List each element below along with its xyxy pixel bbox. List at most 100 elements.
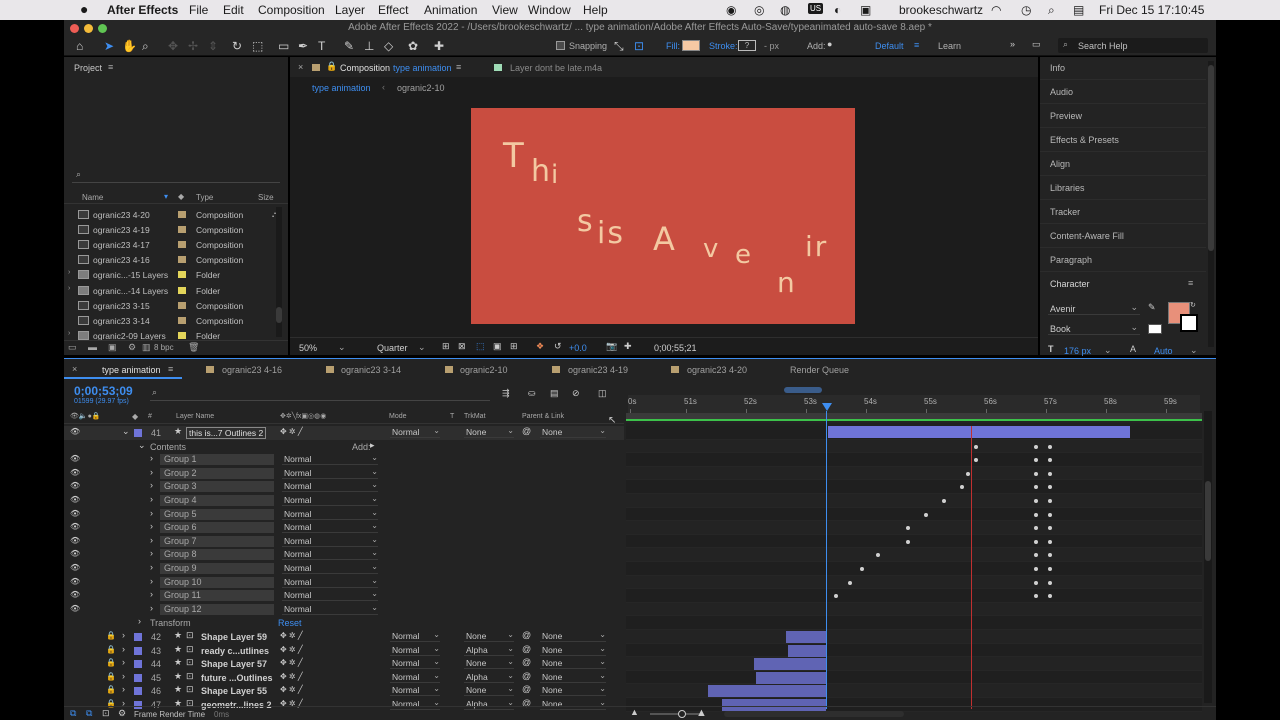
text-glyph[interactable]: h (531, 154, 552, 189)
comp-mini-flowchart-icon[interactable]: ⇶ (502, 388, 510, 399)
parent-dropdown[interactable]: None ⌄ (540, 684, 606, 697)
expand-chevron-icon[interactable]: › (122, 684, 125, 694)
toggle-modes-icon[interactable]: ⧉ (86, 708, 92, 719)
expand-chevron-icon[interactable]: › (150, 548, 153, 558)
layer-row[interactable]: 🔒 › 44 ★ ⊡ Shape Layer 57 ✥ ✲ ╱ Normal ⌄ None ⌄ @ No… (64, 657, 624, 671)
brush-tool-icon[interactable]: ✎ (344, 39, 354, 53)
keyframe[interactable] (1048, 444, 1052, 449)
group-name-box[interactable]: Group 7 (160, 535, 274, 547)
timeline-tab-5[interactable]: ogranic23 4-20 (687, 365, 747, 375)
menu-effect[interactable]: Effect (378, 3, 408, 17)
expand-chevron-icon[interactable]: › (150, 535, 153, 545)
group-row[interactable]: 👁 › Group 6 Normal ⌄ (64, 521, 624, 535)
switch-icons[interactable]: ✥ ✲ ╱ (280, 672, 303, 681)
layer-duration-bar[interactable] (788, 644, 826, 657)
timeline-tab-4[interactable]: ogranic23 4-19 (568, 365, 628, 375)
status-icon-2[interactable]: ◍ (780, 3, 790, 17)
timeline-close-marker-icon[interactable]: ↖ (608, 415, 616, 426)
eye-icon[interactable]: 👁 (70, 468, 80, 477)
group-row[interactable]: 👁 › Group 10 Normal ⌄ (64, 576, 624, 590)
expand-chevron-icon[interactable]: ⌄ (138, 440, 146, 451)
menu-composition[interactable]: Composition (258, 3, 325, 17)
group-mode-dropdown[interactable]: Normal ⌄ (282, 548, 378, 561)
parent-dropdown[interactable]: None ⌄ (540, 426, 606, 438)
graph-editor-icon[interactable]: ◫ (598, 388, 607, 399)
channel-icon[interactable]: ❖ (536, 341, 544, 352)
guides-icon[interactable]: ⊞ (510, 341, 518, 352)
eye-icon[interactable]: 👁 (70, 536, 80, 545)
pen-tool-icon[interactable]: ✒ (298, 39, 308, 53)
expand-chevron-icon[interactable]: › (122, 657, 125, 667)
group-name-box[interactable]: Group 3 (160, 481, 274, 493)
expand-chevron-icon[interactable]: › (150, 494, 153, 504)
pickwhip-icon[interactable]: @ (522, 644, 531, 654)
eye-icon[interactable]: 👁 (70, 563, 80, 572)
project-item[interactable]: › ogranic...-15 Layers Folder (64, 267, 274, 282)
panel-audio[interactable]: Audio (1050, 87, 1073, 97)
expand-chevron-icon[interactable]: › (150, 453, 153, 463)
project-item-label[interactable] (178, 256, 186, 264)
parent-dropdown[interactable]: None ⌄ (540, 671, 606, 683)
parent-dropdown[interactable]: None ⌄ (540, 644, 606, 656)
render-time-icon[interactable]: ⚙ (118, 708, 126, 719)
playhead-line[interactable] (826, 411, 827, 709)
project-item-label[interactable] (178, 271, 186, 279)
lock-icon[interactable]: 🔒 (326, 61, 337, 72)
panel-paragraph[interactable]: Paragraph (1050, 255, 1092, 265)
lock-icon[interactable]: 🔒 (106, 672, 116, 681)
group-name-box[interactable]: Group 1 (160, 454, 274, 466)
group-row[interactable]: 👁 › Group 7 Normal ⌄ (64, 535, 624, 549)
control-center-icon[interactable]: ▤ (1073, 3, 1084, 17)
region-icon[interactable]: ⬚ (476, 341, 485, 352)
group-mode-dropdown[interactable]: Normal ⌄ (282, 508, 378, 520)
zoom-in-icon[interactable]: ▲ (696, 707, 707, 719)
reset-link[interactable]: Reset (278, 618, 302, 628)
expand-chevron-icon[interactable]: ⌄ (122, 426, 130, 437)
text-glyph[interactable]: A (653, 220, 677, 258)
rotate-tool-icon[interactable]: ↻ (232, 39, 242, 53)
keyframe[interactable] (1034, 471, 1038, 476)
hand-tool-icon[interactable]: ✋ (122, 39, 137, 53)
menu-layer[interactable]: Layer (335, 3, 365, 17)
mode-dropdown[interactable]: Normal ⌄ (390, 684, 440, 697)
text-glyph[interactable]: n (777, 266, 797, 299)
mode-dropdown[interactable]: Normal ⌄ (390, 644, 440, 656)
switch-icons[interactable]: ✥ ✲ ╱ (280, 685, 303, 694)
shy-layers-icon[interactable]: ▤ (550, 388, 559, 399)
orbit-tool-icon[interactable]: ✥ (168, 39, 178, 53)
frame-blending-icon[interactable]: ⊘ (572, 388, 580, 399)
col-mode[interactable]: Mode (389, 413, 407, 420)
project-menu-icon[interactable]: ≡ (108, 62, 113, 72)
clone-tool-icon[interactable]: ⊥ (364, 39, 374, 53)
zoom-out-icon[interactable]: ▲ (630, 707, 639, 717)
layer-label-swatch[interactable] (134, 633, 142, 641)
zoom-window-button[interactable] (98, 24, 107, 33)
eye-icon[interactable]: 👁 (70, 427, 80, 436)
panel-preview[interactable]: Preview (1050, 111, 1082, 121)
text-glyph[interactable]: s (577, 204, 595, 239)
keyframe[interactable] (848, 580, 852, 585)
keyframe[interactable] (1048, 580, 1052, 585)
panel-tracker[interactable]: Tracker (1050, 207, 1080, 217)
leading-value[interactable]: Auto (1154, 346, 1173, 356)
col-trkmat[interactable]: TrkMat (464, 413, 486, 420)
expand-chevron-icon[interactable]: › (150, 576, 153, 586)
expand-chevron-icon[interactable]: › (150, 467, 153, 477)
add-contents-icon[interactable]: ▸ (370, 440, 375, 451)
mode-dropdown[interactable]: Normal ⌄ (390, 426, 440, 438)
layer-duration-bar[interactable] (756, 671, 826, 684)
puppet-tool-icon[interactable]: ✚ (434, 39, 444, 53)
record-icon[interactable]: ◉ (726, 3, 736, 17)
project-item[interactable]: ogranic23 4-16 Composition (64, 252, 274, 267)
project-item-label[interactable] (178, 286, 186, 294)
eye-icon[interactable]: 👁 (70, 495, 80, 504)
expand-chevron-icon[interactable]: › (68, 285, 70, 292)
project-item[interactable]: ogranic23 4-19 Composition (64, 222, 274, 237)
fill-swatch[interactable] (682, 40, 700, 51)
apple-icon[interactable]: ● (80, 1, 88, 17)
character-menu-icon[interactable]: ≡ (1188, 278, 1193, 288)
group-name-box[interactable]: Group 10 (160, 576, 274, 588)
project-item-label[interactable] (178, 316, 186, 324)
group-mode-dropdown[interactable]: Normal ⌄ (282, 562, 378, 574)
group-row[interactable]: 👁 › Group 4 Normal ⌄ (64, 494, 624, 508)
